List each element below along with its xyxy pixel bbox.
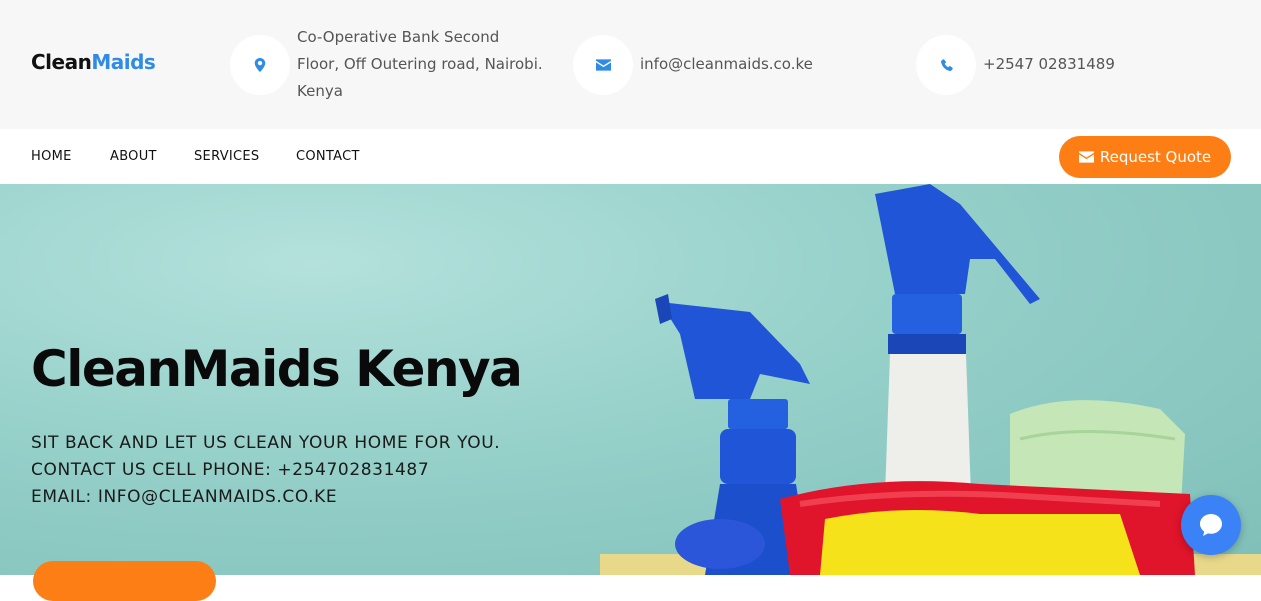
nav-item-home[interactable]: HOME	[31, 149, 72, 164]
cleaning-supplies-image	[600, 184, 1261, 575]
nav-item-about[interactable]: ABOUT	[110, 149, 157, 164]
envelope-icon	[573, 35, 633, 95]
logo-part-maids: Maids	[91, 50, 156, 74]
request-quote-button[interactable]: Request Quote	[1059, 136, 1231, 178]
phone-icon	[916, 35, 976, 95]
address-line: Co-Operative Bank Second	[297, 28, 500, 46]
chat-icon	[1200, 514, 1222, 536]
nav-item-contact[interactable]: CONTACT	[296, 149, 360, 164]
hero-cta-button[interactable]	[33, 561, 216, 601]
map-marker-icon	[230, 35, 290, 95]
hero-phone-line: CONTACT US CELL PHONE: +254702831487	[31, 460, 430, 480]
phone-number[interactable]: +2547 02831489	[983, 51, 1115, 78]
logo-part-clean: Clean	[31, 50, 92, 74]
nav-item-services[interactable]: SERVICES	[194, 149, 259, 164]
site-logo[interactable]: CleanMaids	[31, 50, 156, 74]
request-quote-label: Request Quote	[1099, 148, 1212, 166]
chat-widget-button[interactable]	[1181, 495, 1241, 555]
hero-tagline: SIT BACK AND LET US CLEAN YOUR HOME FOR …	[31, 433, 501, 453]
hero-title: CleanMaids Kenya	[31, 340, 523, 398]
envelope-icon	[1078, 151, 1094, 163]
hero-section: CleanMaids Kenya SIT BACK AND LET US CLE…	[0, 184, 1261, 575]
address-text: Co-Operative Bank Second Floor, Off Oute…	[297, 24, 543, 105]
top-info-bar: CleanMaids Co-Operative Bank Second Floo…	[0, 0, 1261, 129]
hero-email-line: EMAIL: INFO@CLEANMAIDS.CO.KE	[31, 487, 338, 507]
email-link[interactable]: info@cleanmaids.co.ke	[640, 51, 813, 78]
address-line: Kenya	[297, 82, 343, 100]
address-line: Floor, Off Outering road, Nairobi.	[297, 55, 543, 73]
